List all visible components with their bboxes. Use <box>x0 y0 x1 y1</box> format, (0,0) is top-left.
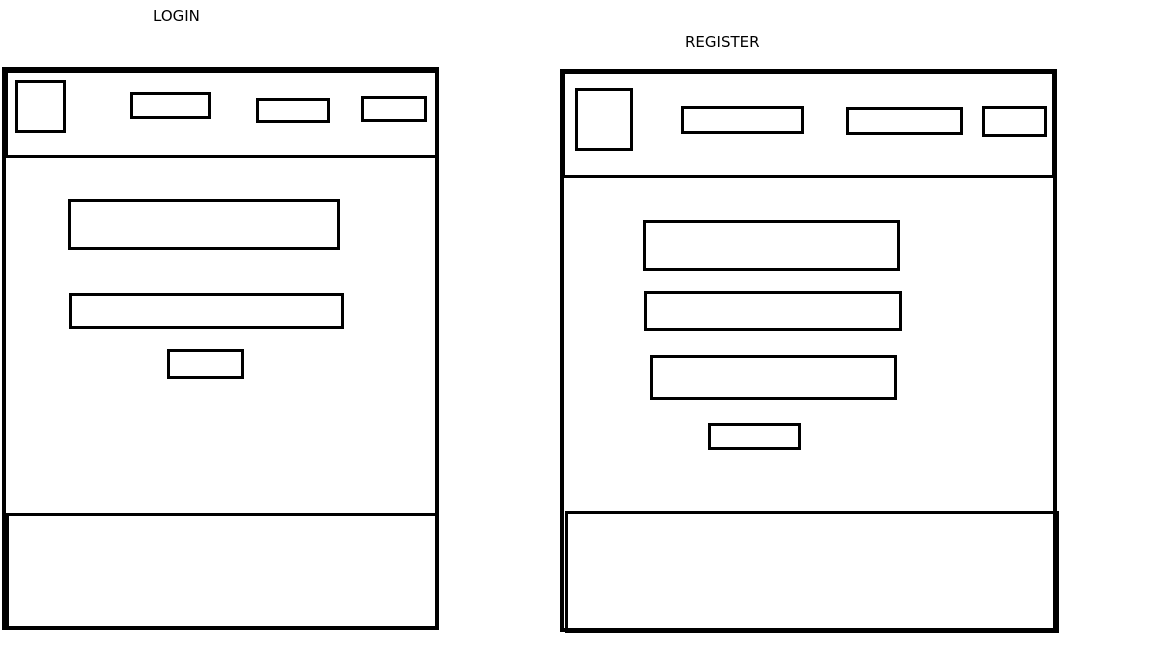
login-submit-button[interactable] <box>167 349 244 379</box>
register-nav-button-1[interactable] <box>681 106 804 134</box>
register-field-3[interactable] <box>650 355 897 400</box>
login-nav-button-1[interactable] <box>130 92 211 119</box>
register-submit-button[interactable] <box>708 423 801 450</box>
login-password-field[interactable] <box>69 293 344 329</box>
login-logo-placeholder <box>15 80 66 133</box>
login-nav-button-2[interactable] <box>256 98 330 123</box>
login-nav-button-3[interactable] <box>361 96 427 122</box>
register-title: REGISTER <box>685 33 760 51</box>
register-footer <box>565 511 1059 633</box>
register-field-1[interactable] <box>643 220 900 271</box>
register-field-2[interactable] <box>644 291 902 331</box>
login-footer <box>6 513 438 629</box>
login-username-field[interactable] <box>68 199 340 250</box>
register-nav-button-2[interactable] <box>846 107 963 135</box>
register-logo-placeholder <box>575 88 633 151</box>
login-title: LOGIN <box>153 7 200 25</box>
register-nav-button-3[interactable] <box>982 106 1047 137</box>
